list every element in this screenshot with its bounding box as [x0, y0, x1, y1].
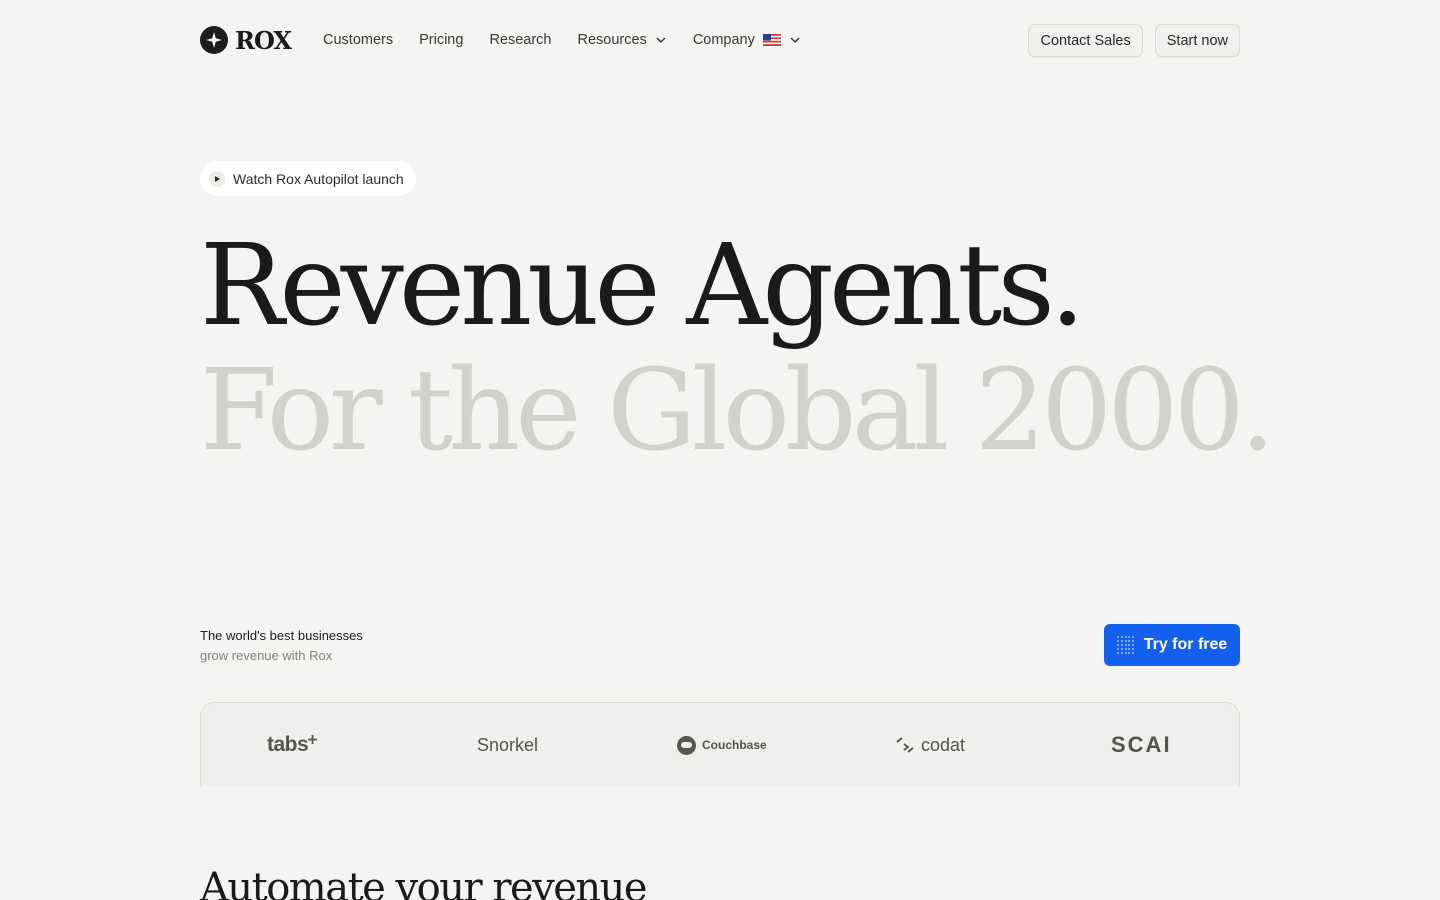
logo-scai: SCAI — [1111, 703, 1172, 787]
watch-launch-label: Watch Rox Autopilot launch — [233, 170, 404, 187]
nav-actions: Contact Sales Start now — [1028, 24, 1240, 57]
start-now-button[interactable]: Start now — [1154, 24, 1240, 57]
dot-grid-icon — [1116, 636, 1135, 654]
section-heading: Automate your revenue — [200, 865, 648, 900]
contact-sales-button[interactable]: Contact Sales — [1028, 24, 1143, 57]
sparkle-icon — [200, 26, 228, 54]
top-nav: ROX Customers Pricing Research Resources… — [0, 0, 1440, 80]
logo-couchbase: Couchbase — [677, 703, 767, 787]
brand-logo[interactable]: ROX — [200, 25, 292, 55]
hero-subheadline: For the Global 2000. — [200, 346, 1275, 476]
logo-codat: codat — [895, 703, 965, 787]
nav-link-label: Research — [489, 32, 552, 48]
customers-tagline: The world's best businesses — [200, 628, 363, 643]
logo-label: tabs — [267, 733, 309, 756]
logo-label: codat — [921, 734, 966, 755]
logo-label: Couchbase — [702, 738, 767, 752]
plus-icon — [308, 734, 318, 744]
play-icon — [209, 170, 225, 187]
hero-headline: Revenue Agents. — [200, 221, 1085, 351]
nav-link-research[interactable]: Research — [489, 32, 551, 48]
chevron-down-icon — [656, 37, 666, 44]
logo-snorkel: Snorkel — [477, 703, 538, 787]
nav-links: Customers Pricing Research Resources Com… — [323, 30, 827, 50]
us-flag-icon — [762, 34, 781, 46]
try-for-free-label: Try for free — [1143, 636, 1228, 653]
nav-link-pricing[interactable]: Pricing — [419, 32, 463, 48]
nav-link-label: Customers — [323, 32, 394, 48]
nav-link-customers[interactable]: Customers — [323, 32, 393, 48]
brand-name: ROX — [235, 25, 292, 55]
chevron-down-icon — [790, 37, 800, 44]
watch-launch-button[interactable]: Watch Rox Autopilot launch — [200, 161, 416, 196]
try-for-free-button[interactable]: Try for free — [1104, 624, 1240, 666]
logo-label: Snorkel — [477, 734, 539, 755]
customer-logos: tabs Snorkel Couchbase codat SCAI — [200, 702, 1240, 786]
customers-subtagline: grow revenue with Rox — [200, 648, 333, 663]
logo-tabs: tabs — [267, 703, 318, 787]
logo-label: SCAI — [1111, 732, 1172, 757]
nav-link-resources[interactable]: Resources — [578, 32, 667, 48]
nav-link-label: Resources — [577, 32, 647, 48]
codat-icon — [896, 737, 914, 753]
nav-link-label: Company — [692, 32, 755, 48]
nav-link-label: Pricing — [419, 32, 464, 48]
couchbase-icon — [677, 735, 696, 755]
nav-link-company[interactable]: Company — [693, 32, 801, 48]
